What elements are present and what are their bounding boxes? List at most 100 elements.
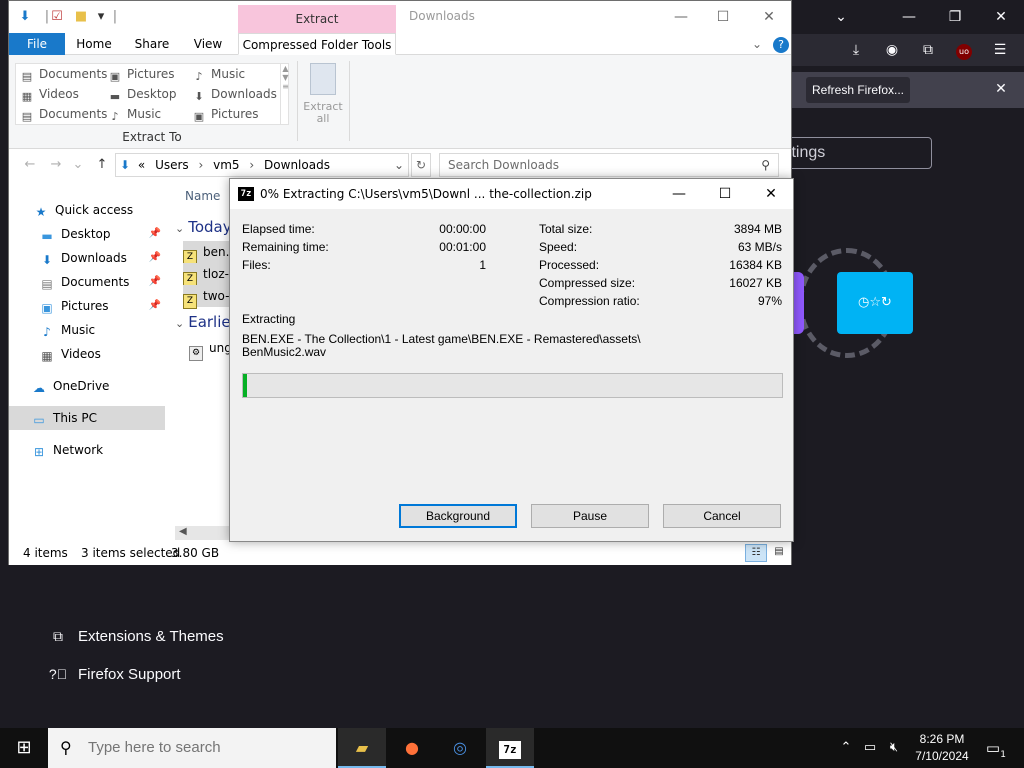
nav-videos[interactable]: ▦ Videos (9, 342, 165, 366)
extract-all-button[interactable]: Extract all (301, 63, 345, 129)
firefox-taskbar-icon[interactable]: ● (388, 728, 436, 768)
download-arrow-icon[interactable]: ⬇ (17, 9, 33, 25)
tab-view[interactable]: View (185, 33, 231, 55)
nav-music[interactable]: ♪ Music (9, 318, 165, 342)
clock[interactable]: 8:26 PM 7/10/2024 (904, 731, 980, 765)
collapse-ribbon-icon[interactable]: ⌄ (749, 33, 765, 55)
account-icon[interactable]: ◉ (880, 39, 904, 61)
tab-file[interactable]: File (9, 33, 65, 55)
large-icons-view-icon[interactable]: ▤ (769, 544, 789, 562)
maximize-icon[interactable]: ☐ (704, 182, 746, 206)
cancel-button[interactable]: Cancel (663, 504, 781, 528)
download-icon[interactable]: ⤓ (844, 39, 868, 61)
chevron-left-icon[interactable]: ◀ (179, 526, 187, 537)
background-button[interactable]: Background (399, 504, 517, 528)
file-explorer-taskbar-icon[interactable]: ▰ (338, 728, 386, 768)
nav-documents[interactable]: ▤ Documents 📌 (9, 270, 165, 294)
gallery-item-documents[interactable]: ▤ Documents (20, 65, 108, 83)
sevenzip-taskbar-icon[interactable]: 7z (486, 728, 534, 768)
group-header-today[interactable]: ⌄ Today (175, 216, 232, 238)
restore-icon[interactable]: ❐ (940, 6, 970, 28)
gallery-item-pictures-2[interactable]: ▣ Pictures (192, 105, 259, 123)
breadcrumb-downloads[interactable]: Downloads (264, 158, 330, 172)
file-item[interactable]: Zben. (183, 241, 235, 265)
minimize-icon[interactable]: — (658, 182, 700, 206)
properties-icon[interactable]: ☑ (49, 9, 65, 25)
breadcrumb-vm5[interactable]: vm5 (213, 158, 239, 172)
nav-desktop[interactable]: ▬ Desktop 📌 (9, 222, 165, 246)
column-header-name[interactable]: Name (185, 185, 220, 207)
nav-downloads[interactable]: ⬇ Downloads 📌 (9, 246, 165, 270)
new-folder-icon[interactable]: ■ (73, 9, 89, 25)
gallery-item-documents-2[interactable]: ▤ Documents (20, 105, 108, 123)
extensions-themes-link[interactable]: ⧉ Extensions & Themes (48, 625, 224, 647)
back-icon[interactable]: ← (21, 157, 39, 173)
firefox-settings-search[interactable]: ttings (780, 137, 932, 169)
pin-icon[interactable]: 📌 (149, 294, 161, 318)
refresh-firefox-button[interactable]: Refresh Firefox... (806, 77, 910, 103)
gallery-item-videos[interactable]: ▦ Videos (20, 85, 79, 103)
close-icon[interactable]: ✕ (986, 6, 1016, 28)
chevron-right-icon[interactable]: › (199, 158, 204, 172)
close-icon[interactable]: ✕ (750, 182, 792, 206)
nav-quick-access[interactable]: ★ Quick access (9, 198, 165, 222)
ublock-icon[interactable]: uo (952, 39, 976, 61)
chevron-up-icon[interactable]: ⌃ (836, 738, 856, 758)
tab-compressed-folder-tools[interactable]: Compressed Folder Tools (238, 33, 396, 55)
stat-label: Compressed size: (539, 276, 636, 290)
chrome-taskbar-icon[interactable]: ◎ (436, 728, 484, 768)
close-icon[interactable]: ✕ (990, 78, 1012, 100)
firefox-support-link[interactable]: ?⃝ Firefox Support (48, 663, 181, 685)
gallery-item-downloads[interactable]: ⬇ Downloads (192, 85, 277, 103)
nav-onedrive[interactable]: ☁ OneDrive (9, 374, 165, 398)
pause-button[interactable]: Pause (531, 504, 649, 528)
nav-this-pc[interactable]: ▭ This PC (9, 406, 165, 430)
document-icon: ▤ (21, 70, 33, 83)
group-header-earlier[interactable]: ⌄ Earlier (175, 311, 237, 333)
stat-value-remaining: 00:01:00 (439, 240, 486, 254)
gallery-item-music-2[interactable]: ♪ Music (108, 105, 161, 123)
close-icon[interactable]: ✕ (749, 5, 789, 29)
breadcrumb-users[interactable]: Users (155, 158, 189, 172)
chevron-down-icon[interactable]: ⌄ (826, 6, 856, 28)
up-icon[interactable]: ↑ (93, 157, 111, 173)
pin-icon[interactable]: 📌 (149, 246, 161, 270)
gallery-item-music[interactable]: ♪ Music (192, 65, 245, 83)
chevron-down-icon[interactable]: ⌄ (394, 154, 404, 176)
details-view-icon[interactable]: ☷ (745, 544, 767, 562)
tab-share[interactable]: Share (129, 33, 175, 55)
nav-pictures[interactable]: ▣ Pictures 📌 (9, 294, 165, 318)
nav-label: Quick access (55, 203, 134, 217)
tab-home[interactable]: Home (71, 33, 117, 55)
file-item[interactable]: Ztloz- (183, 263, 235, 287)
nav-network[interactable]: ⊞ Network (9, 438, 165, 462)
windows-start-icon[interactable]: ⊞ (0, 728, 48, 768)
file-item[interactable]: Ztwo- (183, 285, 235, 309)
taskbar-search-input[interactable] (88, 728, 328, 768)
volume-muted-icon[interactable]: 🔇︎ (884, 738, 904, 758)
pin-icon[interactable]: 📌 (149, 222, 161, 246)
gallery-item-pictures[interactable]: ▣ Pictures (108, 65, 175, 83)
refresh-icon[interactable]: ↻ (411, 153, 431, 177)
pictures-icon: ▣ (193, 110, 205, 123)
extensions-icon[interactable]: ⧉ (916, 39, 940, 61)
network-icon[interactable]: ▭ (860, 738, 880, 758)
context-tab-extract[interactable]: Extract (238, 5, 396, 33)
dialog-titlebar: 7z 0% Extracting C:\Users\vm5\Downl ... … (230, 179, 793, 209)
taskbar-search[interactable]: ⚲ (48, 728, 336, 768)
notification-icon[interactable]: ▭ 1 (980, 736, 1006, 760)
gallery-item-desktop[interactable]: ▬ Desktop (108, 85, 177, 103)
minimize-icon[interactable]: — (661, 5, 701, 29)
minimize-icon[interactable]: — (894, 6, 924, 28)
help-icon[interactable]: ? (773, 33, 789, 55)
maximize-icon[interactable]: ☐ (703, 5, 743, 29)
forward-icon[interactable]: → (47, 157, 65, 173)
chevron-right-icon[interactable]: › (249, 158, 254, 172)
menu-icon[interactable]: ☰ (988, 39, 1012, 61)
address-bar[interactable]: ⬇ « Users › vm5 › Downloads ⌄ (115, 153, 409, 177)
pin-icon[interactable]: 📌 (149, 270, 161, 294)
search-input[interactable]: Search Downloads ⚲ (439, 153, 779, 177)
address-overflow[interactable]: « (138, 158, 145, 172)
chevron-down-icon[interactable]: ⌄ (69, 157, 87, 173)
gallery-scrollbar[interactable]: ▲ ▼ ≡ (280, 64, 290, 124)
